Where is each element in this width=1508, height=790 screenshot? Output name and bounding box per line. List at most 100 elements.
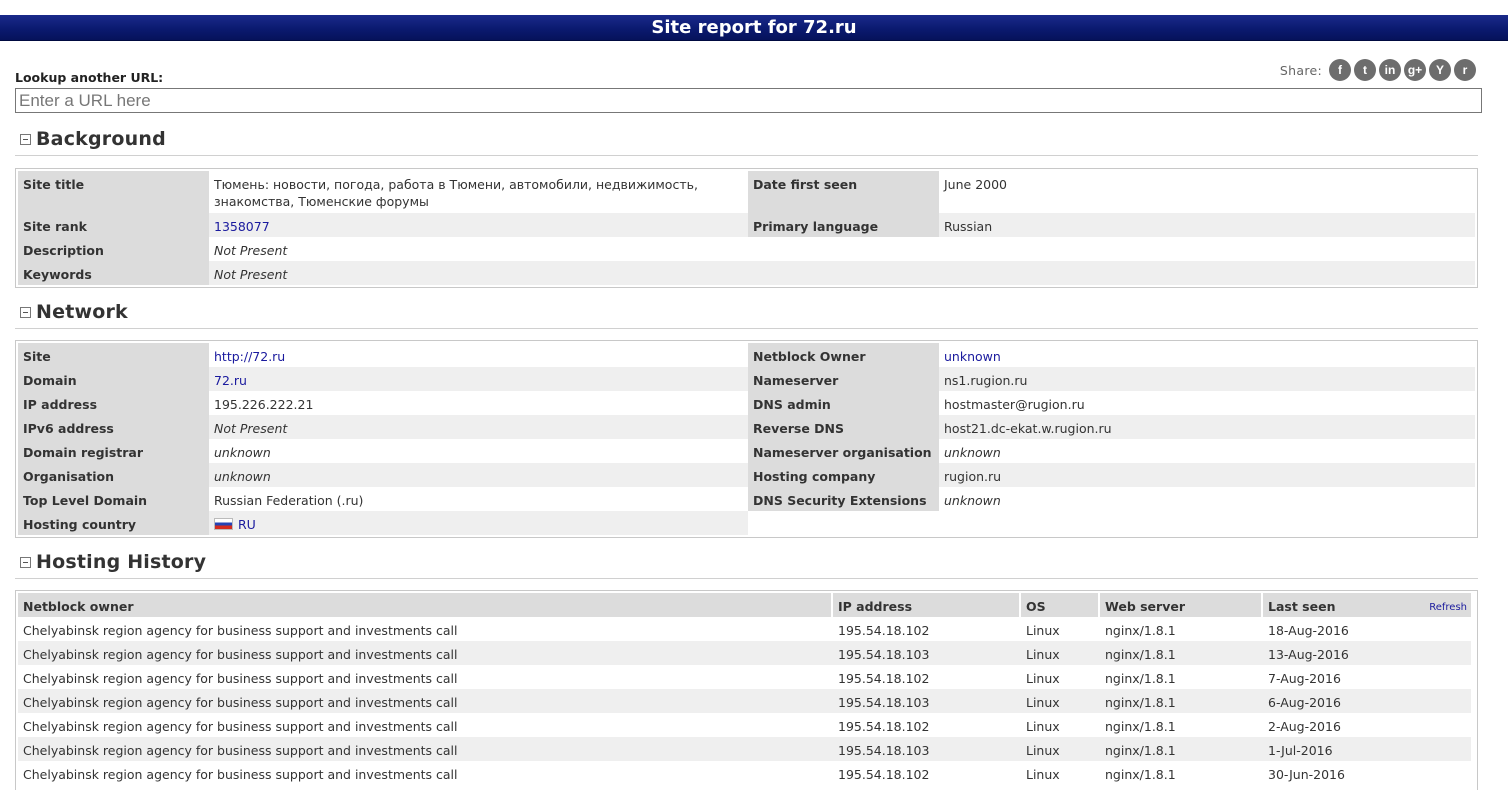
domain-label: Domain [18,367,209,391]
netblock-owner-label: Netblock Owner [748,343,939,367]
netblock-owner-link[interactable]: Chelyabinsk region agency for business s… [18,713,831,737]
description-label: Description [18,237,209,261]
hosting-country-value: RU [209,511,748,535]
os-cell: Linux [1021,737,1098,761]
os-cell: Linux [1021,689,1098,713]
linkedin-icon[interactable]: in [1379,59,1401,81]
netblock-owner-link[interactable]: unknown [939,343,1475,367]
web-server-cell: nginx/1.8.1 [1105,767,1176,782]
collapse-icon[interactable] [20,133,31,145]
netblock-owner-link[interactable]: Chelyabinsk region agency for business s… [18,737,831,761]
column-header-os: OS [1021,593,1098,617]
facebook-icon[interactable]: f [1329,59,1351,81]
collapse-icon[interactable] [20,306,31,318]
last-seen-cell: 1-Jul-2016 [1263,737,1471,761]
ip-address-cell: 195.54.18.102 [838,671,930,686]
network-table: Site http://72.ru Netblock Owner unknown… [15,340,1478,538]
hosting-country-link[interactable]: RU [238,517,256,532]
primary-language-label: Primary language [748,213,939,237]
russia-flag-icon [214,518,233,530]
top-level-domain-value: Russian Federation (.ru) [214,493,364,508]
nameserver-organisation-value: unknown [944,445,1001,460]
dns-admin-label: DNS admin [748,391,939,415]
site-rank-label: Site rank [18,213,209,237]
nameserver-organisation-label: Nameserver organisation [748,439,939,463]
organisation-label: Organisation [18,463,209,487]
column-header-last-seen: Last seen Refresh [1263,593,1471,617]
os-cell: Linux [1026,767,1060,782]
hosting-history-section-header: Hosting History [15,546,1478,579]
netblock-owner-link[interactable]: Chelyabinsk region agency for business s… [18,689,831,713]
reverse-dns-label: Reverse DNS [748,415,939,439]
table-row: Site rank 1358077 Primary language Russi… [18,213,1475,237]
site-rank-link[interactable]: 1358077 [209,213,748,237]
last-seen-cell: 18-Aug-2016 [1268,623,1349,638]
table-row: Top Level Domain Russian Federation (.ru… [18,487,1475,511]
dns-security-extensions-label: DNS Security Extensions [748,487,939,511]
ip-address-cell: 195.54.18.102 [838,623,930,638]
ip-address-value: 195.226.222.21 [214,397,314,412]
table-row: Domain 72.ru Nameserver ns1.rugion.ru [18,367,1475,391]
table-row: Keywords Not Present [18,261,1475,285]
last-seen-cell: 13-Aug-2016 [1263,641,1471,665]
site-link[interactable]: http://72.ru [209,343,748,367]
domain-registrar-label: Domain registrar [18,439,209,463]
netblock-owner-link[interactable]: Chelyabinsk region agency for business s… [18,761,831,785]
description-value: Not Present [214,243,288,258]
column-header-ip-address: IP address [833,593,1019,617]
ipv6-address-value: Not Present [209,415,748,439]
hosting-history-table: Netblock owner IP address OS Web server … [15,590,1478,790]
table-row: Chelyabinsk region agency for business s… [18,761,1475,785]
web-server-cell: nginx/1.8.1 [1100,737,1261,761]
google-plus-icon[interactable]: g+ [1404,59,1426,81]
netblock-owner-link[interactable]: Chelyabinsk region agency for business s… [18,641,831,665]
background-section-header: Background [15,123,1478,156]
ip-address-cell: 195.54.18.102 [838,719,930,734]
table-row: Description Not Present [18,237,1475,261]
background-table: Site title Тюмень: новости, погода, рабо… [15,168,1478,288]
column-header-netblock-owner: Netblock owner [18,593,831,617]
web-server-cell: nginx/1.8.1 [1100,641,1261,665]
ip-address-cell: 195.54.18.103 [833,737,1019,761]
keywords-value: Not Present [209,261,1475,285]
refresh-link[interactable]: Refresh [1429,599,1467,616]
web-server-cell: nginx/1.8.1 [1105,623,1176,638]
table-row: Chelyabinsk region agency for business s… [18,641,1475,665]
table-row: Domain registrar unknown Nameserver orga… [18,439,1475,463]
network-title: Network [36,301,128,323]
web-server-cell: nginx/1.8.1 [1105,671,1176,686]
lookup-label: Lookup another URL: [15,70,164,85]
ip-address-label: IP address [18,391,209,415]
empty-cell [748,511,1475,535]
netblock-owner-link[interactable]: Chelyabinsk region agency for business s… [18,617,831,641]
ip-address-cell: 195.54.18.102 [838,767,930,782]
site-label: Site [18,343,209,367]
top-level-domain-label: Top Level Domain [18,487,209,511]
table-row: IP address 195.226.222.21 DNS admin host… [18,391,1475,415]
keywords-label: Keywords [18,261,209,285]
dns-security-extensions-value: unknown [944,493,1001,508]
hacker-news-icon[interactable]: Y [1429,59,1451,81]
table-row: IPv6 address Not Present Reverse DNS hos… [18,415,1475,439]
hosting-country-label: Hosting country [18,511,209,535]
web-server-cell: nginx/1.8.1 [1105,719,1176,734]
domain-registrar-value: unknown [214,445,271,460]
reddit-icon[interactable]: r [1454,59,1476,81]
url-input[interactable] [15,88,1482,113]
table-row: Chelyabinsk region agency for business s… [18,713,1475,737]
collapse-icon[interactable] [20,556,31,568]
hosting-company-label: Hosting company [748,463,939,487]
ipv6-address-label: IPv6 address [18,415,209,439]
site-title-value: Тюмень: новости, погода, работа в Тюмени… [214,177,698,209]
date-first-seen-label: Date first seen [748,171,939,213]
nameserver-label: Nameserver [748,367,939,391]
dns-admin-value: hostmaster@rugion.ru [944,397,1085,412]
os-cell: Linux [1026,671,1060,686]
last-seen-cell: 6-Aug-2016 [1263,689,1471,713]
netblock-owner-link[interactable]: Chelyabinsk region agency for business s… [18,665,831,689]
last-seen-cell: 2-Aug-2016 [1268,719,1341,734]
table-row: Chelyabinsk region agency for business s… [18,665,1475,689]
twitter-icon[interactable]: t [1354,59,1376,81]
table-row: Site title Тюмень: новости, погода, рабо… [18,171,1475,213]
domain-link[interactable]: 72.ru [209,367,748,391]
